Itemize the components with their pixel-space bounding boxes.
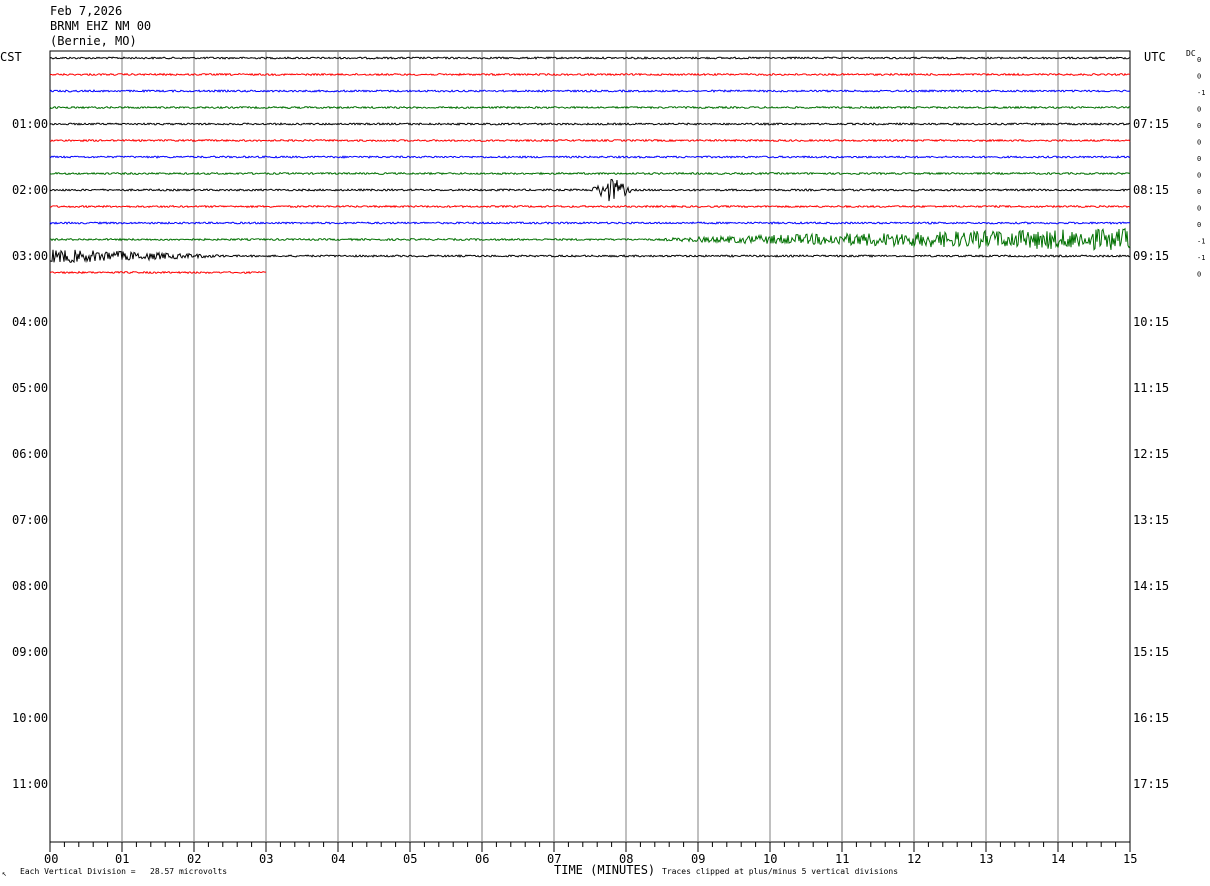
hour-label-utc: 12:15: [1133, 447, 1170, 461]
hour-label-utc: 10:15: [1133, 315, 1170, 329]
dc-offset-value: -1: [1197, 89, 1205, 97]
minute-tick-label: 05: [403, 852, 418, 866]
hour-label-utc: 17:15: [1133, 777, 1170, 791]
dc-offset-value: -1: [1197, 238, 1205, 246]
minute-tick-label: 11: [835, 852, 850, 866]
trace-row-10: [49, 221, 1131, 225]
dc-offset-value: -1: [1197, 254, 1205, 262]
hour-label-cst: 03:00: [12, 249, 49, 263]
minute-tick-label: 01: [115, 852, 130, 866]
dc-offset-value: 0: [1197, 188, 1201, 196]
minute-tick-label: 13: [979, 852, 994, 866]
trace-row-11: [49, 227, 1131, 251]
hour-label-cst: 08:00: [12, 579, 49, 593]
dc-offset-value: 0: [1197, 139, 1201, 147]
hour-label-cst: 04:00: [12, 315, 49, 329]
minute-tick-label: 14: [1051, 852, 1066, 866]
hour-label-cst: 10:00: [12, 711, 49, 725]
clip-note: Traces clipped at plus/minus 5 vertical …: [662, 867, 899, 876]
hour-label-cst: 02:00: [12, 183, 49, 197]
hour-label-utc: 11:15: [1133, 381, 1170, 395]
minute-tick-label: 03: [259, 852, 274, 866]
hour-label-utc: 08:15: [1133, 183, 1170, 197]
trace-row-13: [49, 270, 267, 275]
trace-row-7: [49, 171, 1131, 176]
trace-row-12: [49, 249, 1131, 264]
minute-tick-label: 12: [907, 852, 922, 866]
minute-tick-label: 02: [187, 852, 202, 866]
hour-label-utc: 07:15: [1133, 117, 1170, 131]
hour-label-utc: 15:15: [1133, 645, 1170, 659]
minute-tick-label: 15: [1123, 852, 1138, 866]
minute-tick-label: 06: [475, 852, 490, 866]
dc-offset-value: 0: [1197, 172, 1201, 180]
hour-label-cst: 07:00: [12, 513, 49, 527]
trace-row-6: [49, 155, 1131, 159]
dc-offset-value: 0: [1197, 56, 1201, 64]
trace-row-3: [49, 105, 1131, 110]
dc-offset-value: 0: [1197, 205, 1201, 213]
minute-tick-label: 09: [691, 852, 706, 866]
trace-row-8: [49, 178, 1130, 202]
trace-row-1: [49, 72, 1131, 77]
minute-tick-label: 10: [763, 852, 778, 866]
vertical-scale-note: Each Vertical Division = 28.57 microvolt…: [20, 867, 228, 876]
hour-label-utc: 13:15: [1133, 513, 1170, 527]
hour-label-utc: 16:15: [1133, 711, 1170, 725]
helicorder-plot: 0 0 -1 0 0 0 0 0 0 0 0 -1 -1 0: [49, 50, 1205, 852]
hour-label-cst: 06:00: [12, 447, 49, 461]
dc-offset-value: 0: [1197, 73, 1201, 81]
x-axis-title: TIME (MINUTES): [554, 863, 656, 877]
hour-label-utc: 09:15: [1133, 249, 1170, 263]
plot-frame: [49, 50, 1131, 843]
hour-label-cst: 01:00: [12, 117, 49, 131]
minute-tick-label: 00: [44, 852, 59, 866]
trace-row-0: [49, 56, 1131, 60]
dc-offset-value: 0: [1197, 122, 1201, 130]
hour-label-cst: 11:00: [12, 777, 49, 791]
dc-offset-value: 0: [1197, 155, 1201, 163]
trace-row-9: [49, 204, 1131, 209]
trace-row-5: [49, 138, 1131, 143]
corner-mark: ↖: [2, 869, 7, 878]
hour-label-utc: 14:15: [1133, 579, 1170, 593]
hour-label-cst: 09:00: [12, 645, 49, 659]
trace-row-2: [49, 89, 1131, 93]
dc-offset-value: 0: [1197, 271, 1201, 279]
dc-offset-value: 0: [1197, 221, 1201, 229]
hour-label-cst: 05:00: [12, 381, 49, 395]
dc-offset-value: 0: [1197, 106, 1201, 114]
minute-tick-label: 04: [331, 852, 346, 866]
trace-row-4: [49, 122, 1131, 126]
